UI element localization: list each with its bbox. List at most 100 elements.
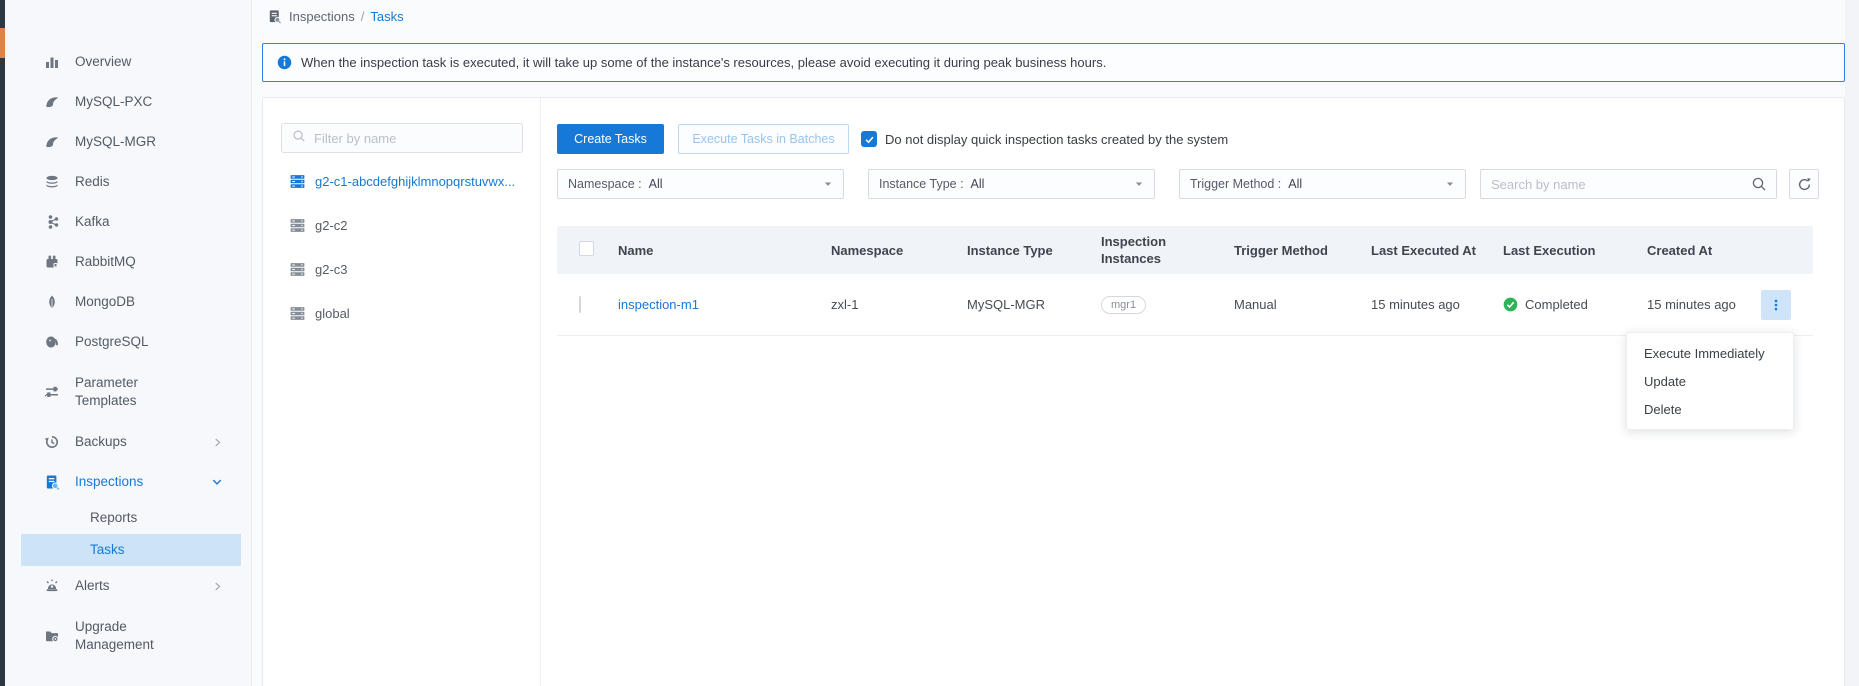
sidebar-item-mysql-mgr[interactable]: MySQL-MGR bbox=[5, 122, 251, 162]
success-check-icon bbox=[1503, 297, 1518, 312]
table-header: Name Namespace Instance Type Inspection … bbox=[557, 226, 1813, 274]
cluster-name: g2-c2 bbox=[315, 218, 348, 233]
sidebar-item-label: Tasks bbox=[90, 541, 125, 559]
sidebar-item-label: Kafka bbox=[75, 213, 110, 231]
sidebar-item-postgresql[interactable]: PostgreSQL bbox=[5, 322, 251, 362]
cluster-panel: g2-c1-abcdefghijklmnopqrstuvwx... g2-c2 g2… bbox=[263, 98, 541, 686]
sidebar-item-mysql-pxc[interactable]: MySQL-PXC bbox=[5, 82, 251, 122]
info-banner-text: When the inspection task is executed, it… bbox=[301, 55, 1106, 70]
menu-item-delete[interactable]: Delete bbox=[1627, 395, 1793, 423]
sidebar-item-parameter-templates[interactable]: Parameter Templates bbox=[5, 362, 251, 422]
select-all-checkbox[interactable] bbox=[579, 241, 594, 256]
menu-item-update[interactable]: Update bbox=[1627, 367, 1793, 395]
page-right-gutter bbox=[1845, 0, 1859, 686]
rabbit-icon bbox=[43, 254, 60, 271]
execute-batches-button[interactable]: Execute Tasks in Batches bbox=[678, 124, 849, 154]
column-header: Namespace bbox=[831, 242, 967, 259]
chevron-right-icon bbox=[212, 437, 223, 448]
row-checkbox[interactable] bbox=[579, 296, 581, 313]
breadcrumb-separator: / bbox=[361, 9, 365, 24]
bar-chart-icon bbox=[43, 54, 60, 71]
cell-trigger-method: Manual bbox=[1234, 297, 1371, 312]
cluster-item[interactable]: g2-c1-abcdefghijklmnopqrstuvwx... bbox=[263, 159, 540, 203]
sidebar-item-backups[interactable]: Backups bbox=[5, 422, 251, 462]
sidebar-item-label: Inspections bbox=[75, 473, 143, 491]
column-header: Name bbox=[618, 242, 831, 259]
server-icon bbox=[289, 261, 306, 278]
sidebar-item-mongodb[interactable]: MongoDB bbox=[5, 282, 251, 322]
sidebar-item-upgrade-management[interactable]: Upgrade Management bbox=[5, 606, 251, 666]
caret-down-icon bbox=[1134, 179, 1144, 189]
row-actions-button[interactable] bbox=[1761, 290, 1791, 320]
tasks-pane: Create Tasks Execute Tasks in Batches Do… bbox=[541, 98, 1844, 686]
sidebar: Overview MySQL-PXC MySQL-MGR Redis Kafka Rabb… bbox=[5, 0, 252, 686]
cluster-item[interactable]: g2-c2 bbox=[263, 203, 540, 247]
task-search-input[interactable] bbox=[1491, 177, 1721, 192]
info-banner: When the inspection task is executed, it… bbox=[262, 43, 1845, 82]
column-header: Last Execution bbox=[1503, 242, 1647, 259]
menu-item-execute-immediately[interactable]: Execute Immediately bbox=[1627, 339, 1793, 367]
dolphin-icon bbox=[43, 134, 60, 151]
tasks-table: Name Namespace Instance Type Inspection … bbox=[557, 226, 1813, 336]
cluster-item[interactable]: global bbox=[263, 291, 540, 335]
dolphin-icon bbox=[43, 94, 60, 111]
dropdown-label: Trigger Method : bbox=[1190, 177, 1281, 191]
collapsed-rail bbox=[0, 0, 5, 686]
server-icon bbox=[289, 217, 306, 234]
status-text: Completed bbox=[1525, 297, 1588, 312]
cell-namespace: zxl-1 bbox=[831, 297, 967, 312]
cluster-filter-input[interactable] bbox=[314, 131, 504, 146]
cell-instance-type: MySQL-MGR bbox=[967, 297, 1101, 312]
checkbox-checked-icon[interactable] bbox=[861, 131, 877, 147]
dropdown-label: Instance Type : bbox=[879, 177, 964, 191]
sidebar-item-rabbitmq[interactable]: RabbitMQ bbox=[5, 242, 251, 282]
trigger-method-filter-dropdown[interactable]: Trigger Method : All bbox=[1179, 169, 1466, 199]
sidebar-item-kafka[interactable]: Kafka bbox=[5, 202, 251, 242]
column-header: Inspection Instances bbox=[1101, 233, 1234, 267]
server-icon bbox=[289, 173, 306, 190]
sidebar-item-label: MySQL-MGR bbox=[75, 133, 156, 151]
instance-tag: mgr1 bbox=[1101, 296, 1146, 314]
app-window: Overview MySQL-PXC MySQL-MGR Redis Kafka Rabb… bbox=[0, 0, 1859, 686]
kafka-icon bbox=[43, 214, 60, 231]
namespace-filter-dropdown[interactable]: Namespace : All bbox=[557, 169, 844, 199]
create-tasks-button[interactable]: Create Tasks bbox=[557, 124, 664, 154]
instance-type-filter-dropdown[interactable]: Instance Type : All bbox=[868, 169, 1155, 199]
task-name-link[interactable]: inspection-m1 bbox=[618, 297, 699, 312]
caret-down-icon bbox=[1445, 179, 1455, 189]
cluster-filter bbox=[281, 123, 523, 153]
sidebar-item-inspections[interactable]: Inspections bbox=[5, 462, 251, 502]
sidebar-item-alerts[interactable]: Alerts bbox=[5, 566, 251, 606]
table-row: inspection-m1 zxl-1 MySQL-MGR mgr1 Manua… bbox=[557, 274, 1813, 336]
breadcrumb-section[interactable]: Inspections bbox=[289, 9, 355, 24]
breadcrumb-current[interactable]: Tasks bbox=[370, 9, 403, 24]
sidebar-item-label: MongoDB bbox=[75, 293, 135, 311]
layers-icon bbox=[43, 174, 60, 191]
sidebar-item-label: Reports bbox=[90, 509, 137, 527]
chevron-right-icon bbox=[212, 581, 223, 592]
sidebar-item-tasks[interactable]: Tasks bbox=[21, 534, 241, 566]
column-header: Instance Type bbox=[967, 242, 1101, 259]
search-icon[interactable] bbox=[1751, 176, 1767, 192]
content-card: g2-c1-abcdefghijklmnopqrstuvwx... g2-c2 g2… bbox=[262, 97, 1845, 686]
cluster-item[interactable]: g2-c3 bbox=[263, 247, 540, 291]
task-search bbox=[1480, 169, 1777, 199]
sidebar-item-label: Alerts bbox=[75, 577, 110, 595]
dropdown-value: All bbox=[971, 177, 985, 191]
sidebar-item-label: Overview bbox=[75, 53, 131, 71]
alarm-icon bbox=[43, 578, 60, 595]
sidebar-item-label: MySQL-PXC bbox=[75, 93, 152, 111]
sidebar-item-overview[interactable]: Overview bbox=[5, 42, 251, 82]
hide-system-tasks-checkbox[interactable]: Do not display quick inspection tasks cr… bbox=[861, 131, 1228, 147]
sidebar-item-reports[interactable]: Reports bbox=[5, 502, 251, 534]
sliders-icon bbox=[43, 384, 60, 401]
dropdown-value: All bbox=[1288, 177, 1302, 191]
breadcrumb: Inspections / Tasks bbox=[267, 9, 404, 24]
refresh-button[interactable] bbox=[1789, 169, 1819, 199]
column-header: Created At bbox=[1647, 242, 1761, 259]
sidebar-item-redis[interactable]: Redis bbox=[5, 162, 251, 202]
elephant-icon bbox=[43, 334, 60, 351]
sidebar-item-label: Redis bbox=[75, 173, 110, 191]
leaf-icon bbox=[43, 294, 60, 311]
column-header: Last Executed At bbox=[1371, 242, 1503, 259]
